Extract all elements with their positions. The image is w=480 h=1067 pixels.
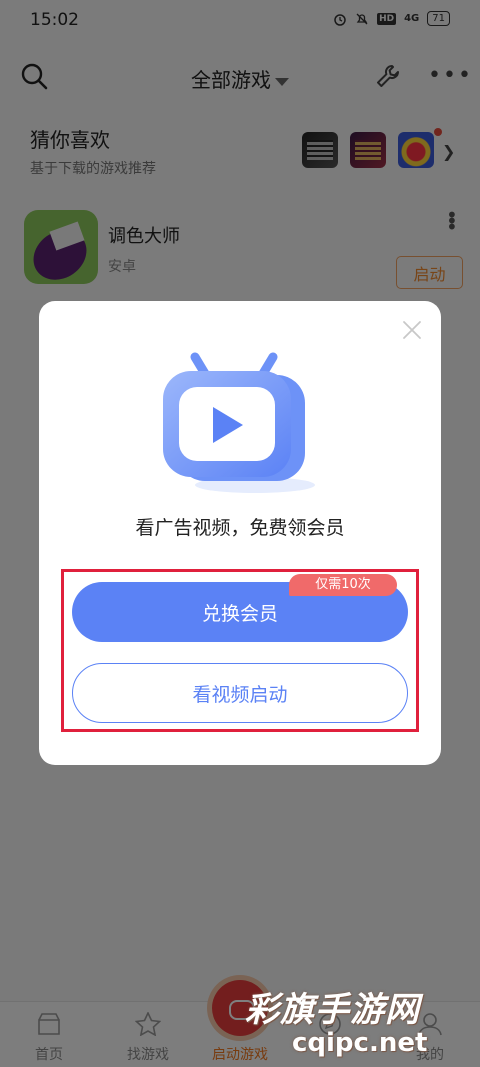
close-icon[interactable]	[401, 319, 423, 341]
watermark-logo: 彩旗手游网	[245, 990, 420, 1030]
highlight-box	[61, 569, 419, 732]
promo-text: 看广告视频，免费领会员	[135, 517, 345, 539]
tv-play-icon	[163, 352, 315, 493]
watermark-url: cqipc.net	[292, 1028, 428, 1058]
